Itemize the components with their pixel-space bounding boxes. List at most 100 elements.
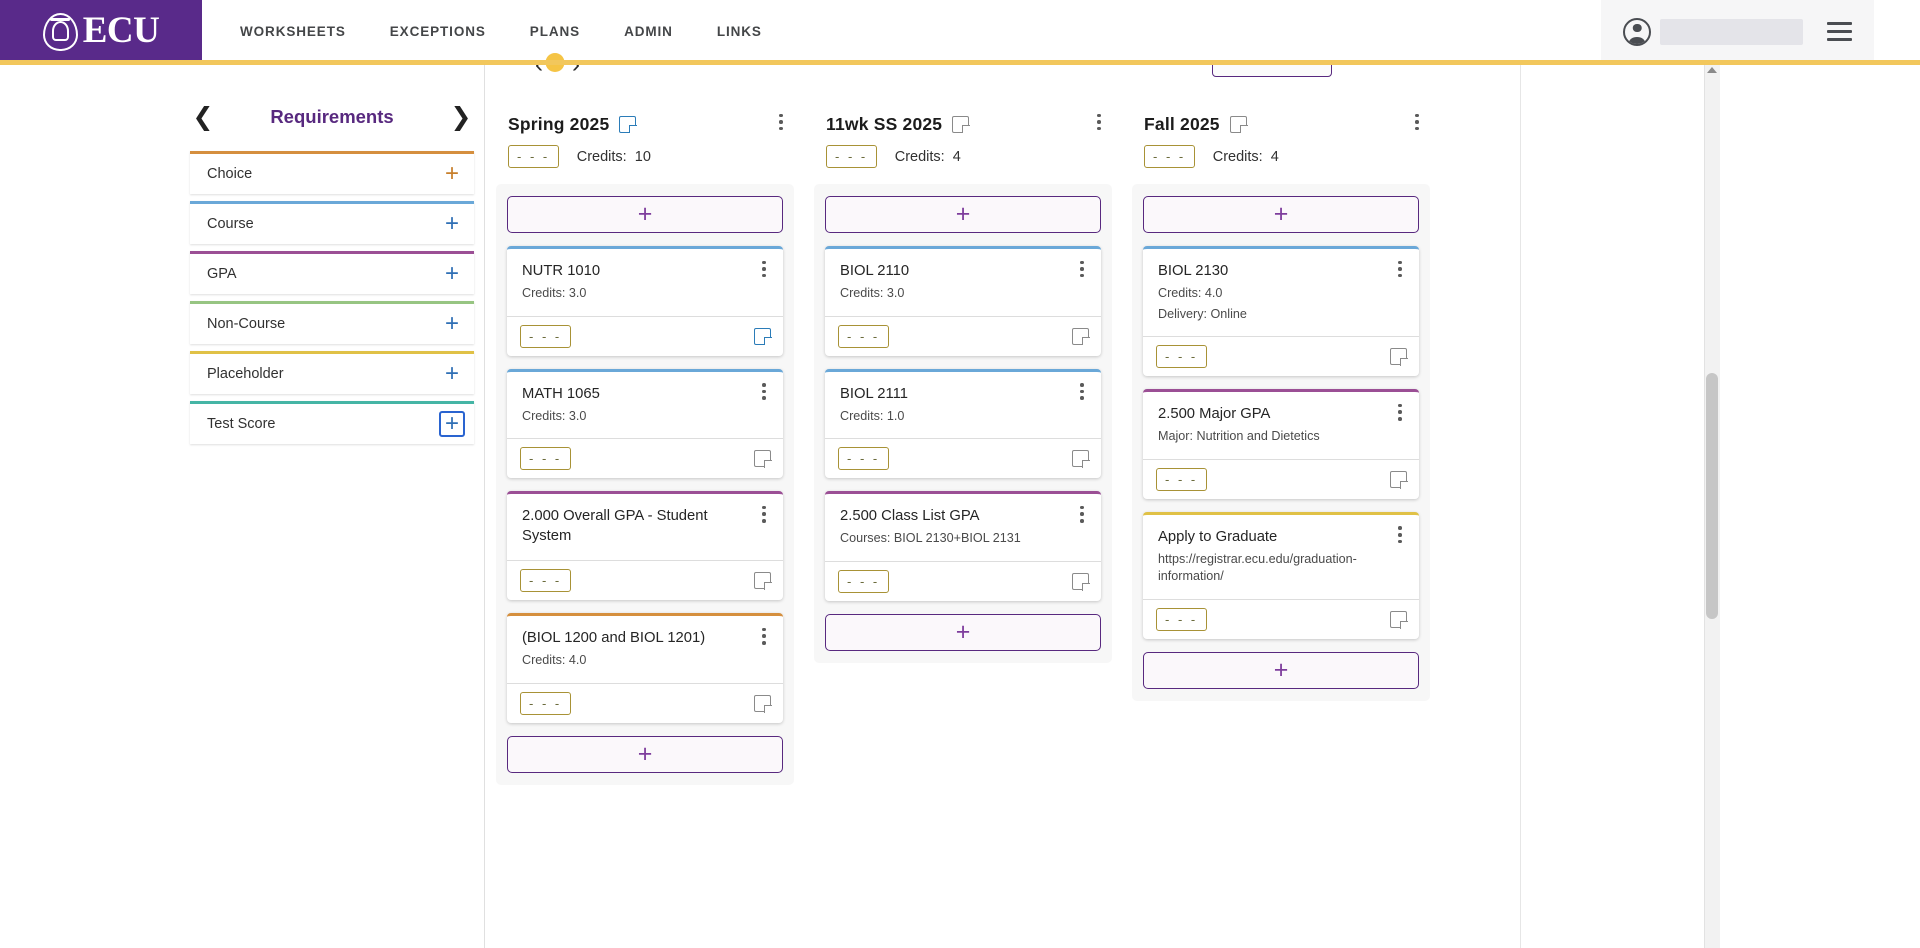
requirement-card[interactable]: 2.500 Major GPA Major: Nutrition and Diet… — [1143, 389, 1419, 499]
requirement-card[interactable]: 2.000 Overall GPA - Student System - - - — [507, 491, 783, 601]
requirement-row-course[interactable]: Course + — [190, 201, 474, 244]
nav-link-worksheets[interactable]: WORKSHEETS — [218, 0, 368, 63]
note-icon[interactable] — [1072, 450, 1090, 468]
nav-link-exceptions[interactable]: EXCEPTIONS — [368, 0, 508, 63]
status-badge[interactable]: - - - — [520, 691, 571, 715]
status-badge[interactable]: - - - — [1144, 145, 1195, 168]
requirement-card[interactable]: 2.500 Class List GPA Courses: BIOL 2130+B… — [825, 491, 1101, 601]
note-icon[interactable] — [754, 327, 772, 346]
dot — [762, 383, 766, 387]
requirement-row-gpa[interactable]: GPA + — [190, 251, 474, 294]
requirement-row-test-score[interactable]: Test Score + — [190, 401, 474, 444]
more-vertical-icon[interactable] — [1071, 502, 1093, 526]
status-badge[interactable]: - - - — [826, 145, 877, 168]
more-vertical-icon[interactable] — [1389, 523, 1411, 547]
hamburger-menu-icon[interactable] — [1823, 18, 1856, 46]
requirement-card[interactable]: (BIOL 1200 and BIOL 1201) Credits: 4.0 - -… — [507, 613, 783, 723]
more-vertical-icon[interactable] — [1389, 257, 1411, 281]
add-requirement-button[interactable]: + — [825, 196, 1101, 233]
status-badge[interactable]: - - - — [508, 145, 559, 168]
requirements-header: ❮ Requirements ❯ — [180, 91, 484, 143]
requirement-card[interactable]: MATH 1065 Credits: 3.0 - - - — [507, 368, 783, 479]
chevron-right-icon[interactable]: ❯ — [444, 100, 478, 134]
add-choice-button[interactable]: + — [439, 161, 465, 187]
note-icon[interactable] — [754, 694, 772, 713]
dot — [1398, 267, 1402, 271]
toolbar-pill-button[interactable] — [1212, 63, 1332, 77]
note-icon[interactable] — [1390, 470, 1408, 489]
card-title: (BIOL 1200 and BIOL 1201) — [522, 630, 706, 647]
requirement-card[interactable]: NUTR 1010 Credits: 3.0 - - - — [507, 246, 783, 356]
note-icon[interactable] — [754, 450, 772, 468]
note-icon[interactable] — [952, 115, 971, 134]
status-badge[interactable]: - - - — [520, 569, 571, 593]
dot — [1398, 539, 1402, 544]
more-vertical-icon[interactable] — [753, 380, 775, 404]
dot — [1415, 126, 1419, 131]
requirement-card[interactable]: BIOL 2111 Credits: 1.0 - - - — [825, 368, 1101, 479]
note-icon[interactable] — [1390, 611, 1408, 629]
credits-value: 10 — [634, 148, 651, 165]
status-badge[interactable]: - - - — [838, 447, 889, 471]
ecu-logo[interactable]: ECU — [0, 0, 202, 63]
status-badge[interactable]: - - - — [1156, 345, 1207, 369]
status-badge[interactable]: - - - — [838, 324, 889, 348]
credits-label: Credits: — [576, 148, 627, 165]
nav-link-links[interactable]: LINKS — [695, 0, 784, 63]
add-requirement-button-bottom[interactable]: + — [1143, 652, 1419, 690]
requirement-card[interactable]: BIOL 2110 Credits: 3.0 - - - — [825, 246, 1101, 356]
note-icon[interactable] — [1390, 348, 1408, 367]
scroll-left-arrow[interactable]: ‹ — [535, 63, 543, 79]
more-vertical-icon[interactable] — [1389, 400, 1411, 424]
more-vertical-icon[interactable] — [1071, 257, 1093, 281]
card-body: 2.500 Major GPA Major: Nutrition and Diet… — [1143, 392, 1419, 459]
note-icon[interactable] — [754, 572, 772, 590]
more-vertical-icon[interactable] — [753, 257, 775, 281]
vertical-scrollbar[interactable] — [1704, 63, 1720, 948]
note-icon[interactable] — [1072, 572, 1090, 591]
note-icon[interactable] — [619, 115, 638, 134]
add-requirement-button-bottom[interactable]: + — [507, 735, 783, 773]
scroll-up-arrow-icon[interactable] — [1707, 67, 1717, 73]
user-name-redacted — [1660, 18, 1803, 45]
add-non-course-button[interactable]: + — [439, 311, 465, 337]
more-vertical-icon[interactable] — [1071, 380, 1093, 404]
add-course-button[interactable]: + — [439, 211, 465, 237]
card-body: 2.000 Overall GPA - Student System — [507, 494, 783, 560]
requirement-row-placeholder[interactable]: Placeholder + — [190, 351, 474, 394]
user-menu[interactable] — [1623, 17, 1803, 46]
requirement-row-label: Test Score — [207, 416, 276, 432]
add-requirement-button[interactable]: + — [1143, 196, 1419, 233]
status-badge[interactable]: - - - — [1156, 608, 1207, 632]
more-vertical-icon[interactable] — [753, 624, 775, 648]
add-gpa-button[interactable]: + — [439, 261, 465, 287]
add-test-score-button[interactable]: + — [439, 411, 465, 437]
add-requirement-button[interactable]: + — [507, 196, 783, 233]
dot — [1080, 396, 1084, 400]
nav-link-admin[interactable]: ADMIN — [602, 0, 695, 63]
requirement-card[interactable]: BIOL 2130 Credits: 4.0 Delivery: Online - -… — [1143, 246, 1419, 377]
card-footer: - - - — [825, 438, 1101, 478]
requirement-row-non-course[interactable]: Non-Course + — [190, 301, 474, 344]
more-vertical-icon[interactable] — [1088, 109, 1110, 135]
status-badge[interactable]: - - - — [838, 569, 889, 593]
status-badge[interactable]: - - - — [520, 447, 571, 471]
requirement-row-choice[interactable]: Choice + — [190, 151, 474, 194]
more-vertical-icon[interactable] — [1406, 109, 1428, 135]
requirement-card[interactable]: Apply to Graduate https://registrar.ecu.e… — [1143, 511, 1419, 640]
note-icon[interactable] — [1229, 115, 1248, 134]
card-subtitle: Credits: 3.0 — [840, 285, 905, 300]
chevron-left-icon[interactable]: ❮ — [186, 100, 220, 134]
nav-link-plans[interactable]: PLANS — [508, 0, 602, 63]
status-badge[interactable]: - - - — [520, 324, 571, 348]
card-subtitle: Major: Nutrition and Dietetics — [1158, 429, 1320, 444]
more-vertical-icon[interactable] — [753, 502, 775, 526]
card-title: BIOL 2110 — [840, 263, 910, 279]
scrollbar-thumb[interactable] — [1706, 373, 1718, 619]
more-vertical-icon[interactable] — [770, 109, 792, 135]
add-placeholder-button[interactable]: + — [439, 361, 465, 387]
note-icon[interactable] — [1072, 327, 1090, 346]
scroll-right-arrow[interactable]: › — [572, 63, 580, 79]
add-requirement-button-bottom[interactable]: + — [825, 613, 1101, 651]
status-badge[interactable]: - - - — [1156, 467, 1207, 491]
